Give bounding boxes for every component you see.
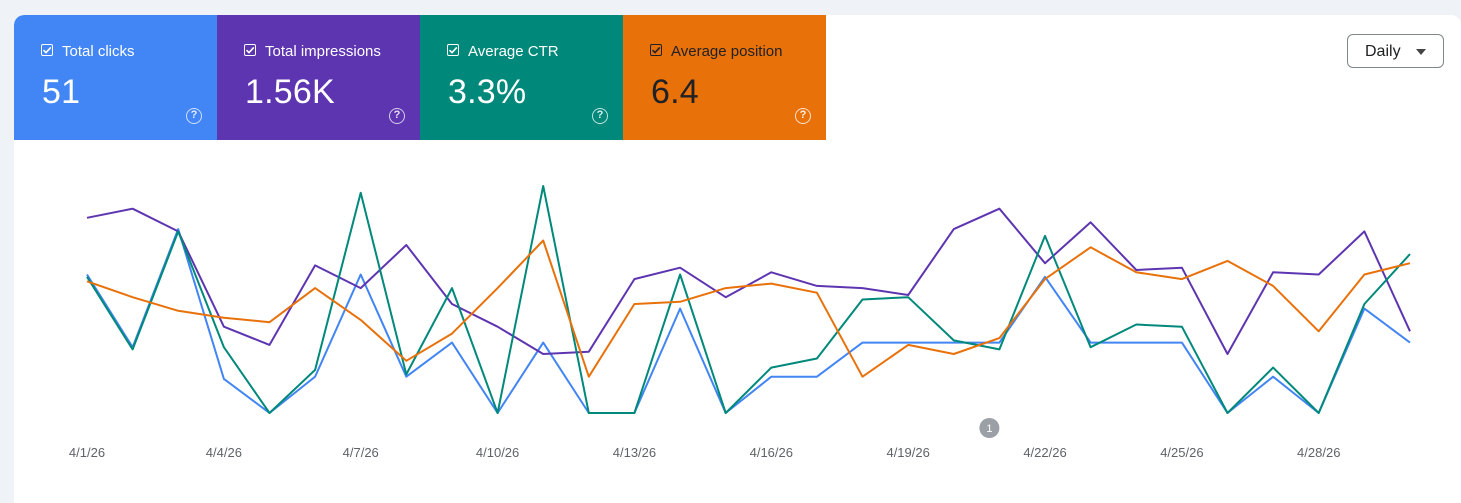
checkbox-checked-icon[interactable]	[447, 44, 459, 56]
help-circle-icon[interactable]: ?	[592, 108, 608, 124]
caret-down-icon	[1416, 49, 1426, 55]
x-tick-label: 4/25/26	[1160, 445, 1203, 460]
performance-line-chart: 4/1/26 4/4/26 4/7/26 4/10/26 4/13/26 4/16/26 4…	[69, 185, 1411, 460]
metric-label: Average position	[671, 43, 783, 60]
series-line-average-position[interactable]	[86, 239, 1411, 378]
metric-value: 51	[42, 73, 81, 111]
help-circle-icon[interactable]: ?	[389, 108, 405, 124]
period-select-value: Daily	[1365, 43, 1401, 60]
x-tick-label: 4/1/26	[69, 445, 105, 460]
help-circle-icon[interactable]: ?	[186, 108, 202, 124]
checkbox-checked-icon[interactable]	[244, 44, 256, 56]
metric-value: 3.3%	[448, 73, 527, 111]
metric-value: 1.56K	[245, 73, 335, 111]
series-line-total-impressions[interactable]	[86, 207, 1411, 355]
x-tick-label: 4/13/26	[613, 445, 656, 460]
x-tick-label: 4/10/26	[476, 445, 519, 460]
metric-tile-total-impressions[interactable]: Total impressions 1.56K ?	[217, 15, 420, 140]
annotation-marker[interactable]: 1	[979, 418, 1000, 438]
checkbox-checked-icon[interactable]	[650, 44, 662, 56]
help-circle-icon[interactable]: ?	[795, 108, 811, 124]
series-line-total-clicks[interactable]	[86, 228, 1411, 414]
x-tick-label: 4/16/26	[750, 445, 793, 460]
series-line-average-ctr[interactable]	[86, 185, 1411, 414]
metric-label: Total impressions	[265, 43, 381, 60]
metric-tile-average-position[interactable]: Average position 6.4 ?	[623, 15, 826, 140]
x-tick-label: 4/19/26	[886, 445, 929, 460]
x-tick-label: 4/22/26	[1023, 445, 1066, 460]
performance-card: Total clicks 51 ? Total impressions 1.56…	[14, 15, 1461, 503]
metric-label: Average CTR	[468, 43, 559, 60]
metric-tile-average-ctr[interactable]: Average CTR 3.3% ?	[420, 15, 623, 140]
metric-value: 6.4	[651, 73, 699, 111]
period-select[interactable]: Daily	[1347, 34, 1444, 68]
x-tick-label: 4/7/26	[343, 445, 379, 460]
annotation-label: 1	[986, 423, 992, 435]
metric-tile-total-clicks[interactable]: Total clicks 51 ?	[14, 15, 217, 140]
metric-tiles: Total clicks 51 ? Total impressions 1.56…	[14, 15, 826, 140]
checkbox-checked-icon[interactable]	[41, 44, 53, 56]
metric-label: Total clicks	[62, 43, 135, 60]
x-tick-label: 4/4/26	[206, 445, 242, 460]
x-tick-label: 4/28/26	[1297, 445, 1340, 460]
